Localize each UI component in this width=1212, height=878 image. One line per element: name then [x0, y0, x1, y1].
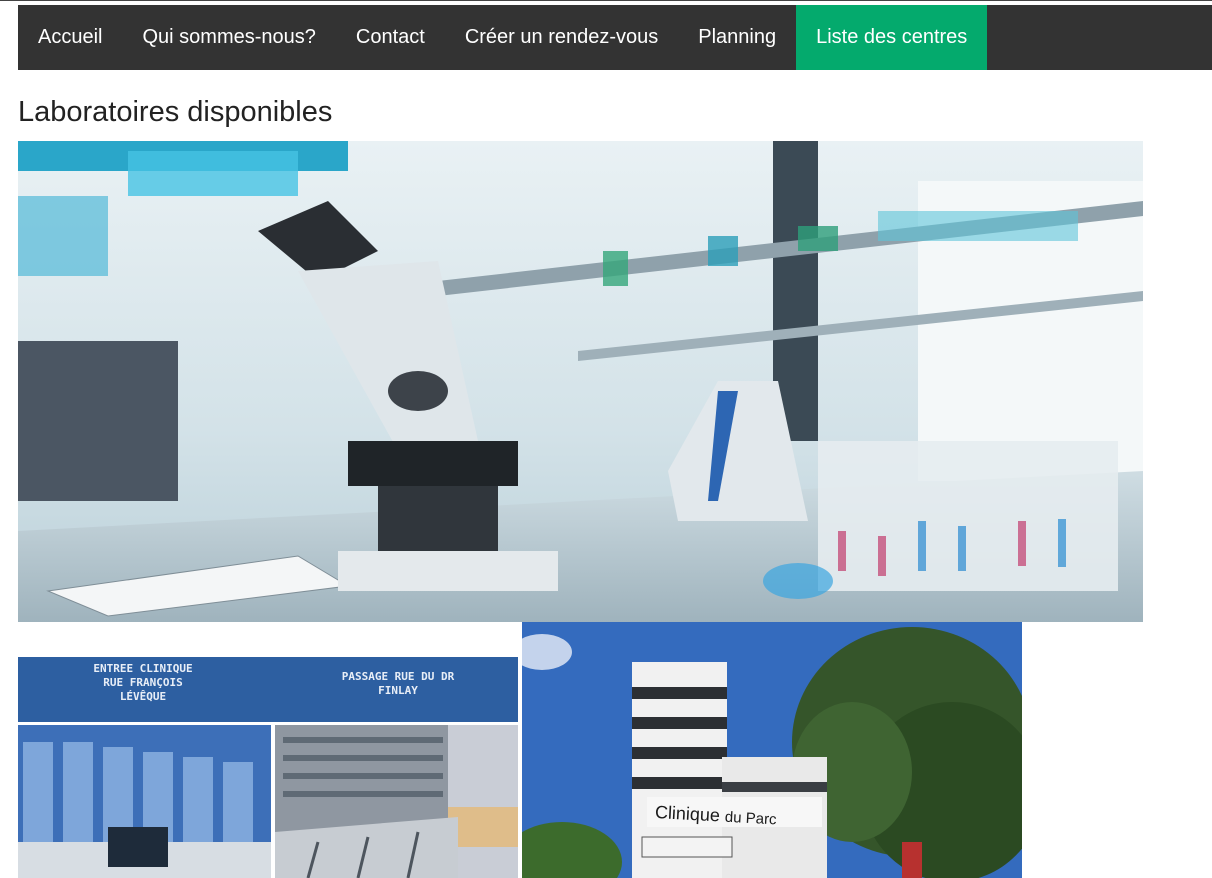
clinic-caption-right: PASSAGE RUE DU DR FINLAY	[341, 670, 455, 697]
nav-qui-sommes-nous[interactable]: Qui sommes-nous?	[122, 5, 335, 70]
parc-sign-main: Clinique	[654, 802, 721, 826]
clinic-entrances-photo: ENTREE CLINIQUE RUE FRANÇOIS LÉVÊQUE PAS…	[18, 657, 518, 878]
main-navbar: Accueil Qui sommes-nous? Contact Créer u…	[18, 5, 1212, 70]
laboratory-photo	[18, 141, 1143, 622]
nav-contact[interactable]: Contact	[336, 5, 445, 70]
parc-sign-small: du Parc	[724, 808, 777, 829]
nav-accueil[interactable]: Accueil	[18, 5, 122, 70]
page-title: Laboratoires disponibles	[18, 96, 333, 128]
nav-liste-des-centres[interactable]: Liste des centres	[796, 5, 988, 70]
nav-creer-rendez-vous[interactable]: Créer un rendez-vous	[445, 5, 678, 70]
clinique-du-parc-photo: Clinique du Parc	[522, 622, 1022, 878]
clinic-caption-left: ENTREE CLINIQUE RUE FRANÇOIS LÉVÊQUE	[93, 662, 193, 703]
nav-planning[interactable]: Planning	[678, 5, 796, 70]
